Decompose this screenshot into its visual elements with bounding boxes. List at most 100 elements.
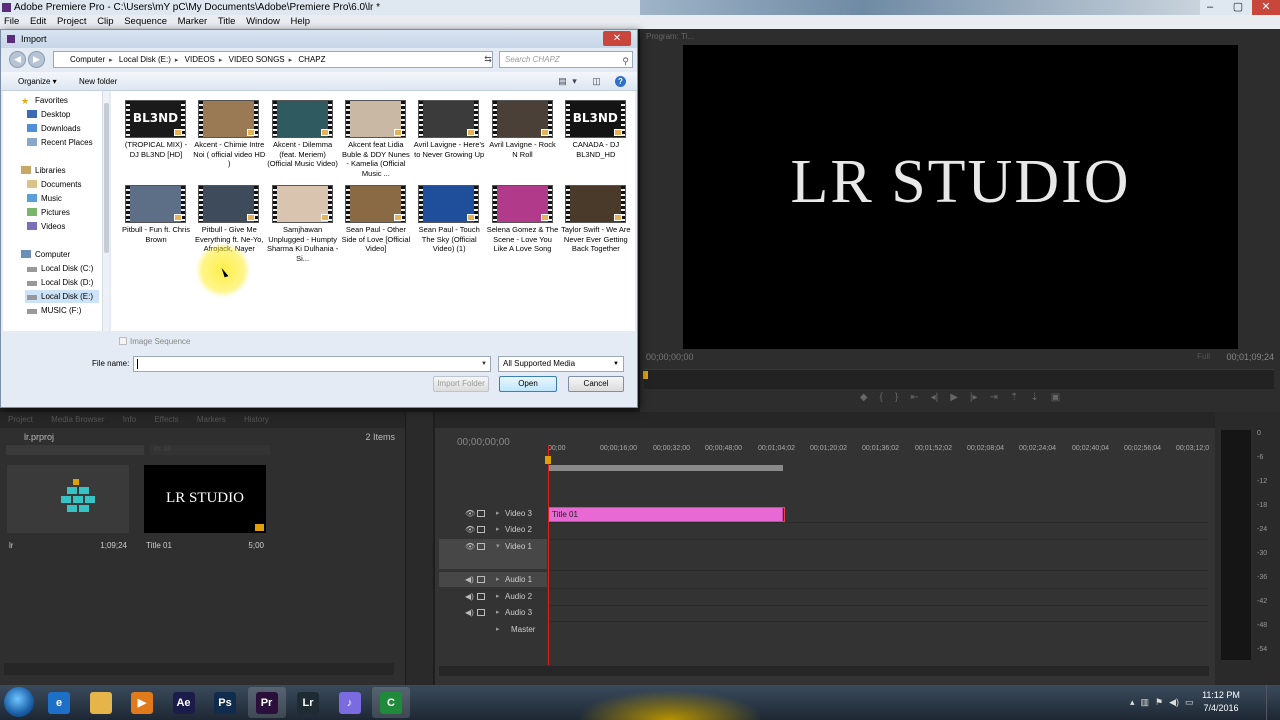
program-scrub-bar[interactable] (644, 369, 1274, 389)
nav-music[interactable]: Music (27, 192, 62, 205)
timeline-ruler[interactable]: 00;00 00;00;16;00 00;00;32;00 00;00;48;0… (548, 445, 1209, 459)
go-to-in-icon[interactable]: ⇤ (910, 392, 918, 408)
minimize-button[interactable]: – (1196, 0, 1224, 15)
preview-pane-icon[interactable]: ◫ (591, 76, 602, 87)
mark-in-icon[interactable]: { (880, 392, 883, 408)
timeline-tracks-area[interactable] (548, 506, 1208, 634)
menu-sequence[interactable]: Sequence (120, 15, 171, 29)
step-back-icon[interactable]: ◂| (931, 392, 939, 408)
lock-icon[interactable] (477, 526, 485, 533)
breadcrumb-videos[interactable]: VIDEOS (185, 55, 215, 64)
breadcrumb-video-songs[interactable]: VIDEO SONGS (229, 55, 285, 64)
tab-media-browser[interactable]: Media Browser (43, 412, 112, 428)
nav-computer[interactable]: Computer (21, 248, 70, 261)
nav-pictures[interactable]: Pictures (27, 206, 70, 219)
file-item[interactable]: Pitbull - Give Me Everything ft. Ne-Yo, … (193, 183, 265, 265)
nav-drive-c[interactable]: Local Disk (C:) (27, 262, 93, 275)
timeline-playhead-line[interactable] (548, 445, 549, 665)
menu-project[interactable]: Project (53, 15, 91, 29)
work-area-bar[interactable] (548, 465, 783, 471)
menu-edit[interactable]: Edit (26, 15, 50, 29)
nav-drive-f[interactable]: MUSIC (F:) (27, 304, 81, 317)
taskbar-lightroom[interactable]: Lr (289, 687, 327, 718)
expand-icon[interactable]: ▸ (496, 589, 500, 604)
start-button[interactable] (4, 687, 34, 717)
expand-icon[interactable]: ▸ (496, 506, 500, 521)
tray-expand-icon[interactable]: ▴ (1130, 697, 1135, 708)
timeline-timecode[interactable]: 00;00;00;00 (457, 437, 510, 448)
file-item[interactable]: Avril Lavigne - Here's to Never Growing … (413, 98, 485, 180)
export-frame-icon[interactable]: ▣ (1051, 392, 1060, 408)
battery-icon[interactable]: ▭ (1185, 697, 1194, 708)
tab-project[interactable]: Project (0, 412, 41, 428)
project-search-input[interactable] (6, 445, 144, 455)
import-dialog-titlebar[interactable]: Import ✕ (1, 30, 637, 48)
view-dropdown-icon[interactable]: ▾ (569, 76, 580, 87)
file-item[interactable]: Pitbull - Fun ft. Chris Brown (120, 183, 192, 265)
lock-icon[interactable] (477, 543, 485, 550)
bin-item-sequence[interactable]: lr 1;09;24 (7, 465, 129, 557)
track-audio-2[interactable]: ◀) ▸ Audio 2 (439, 589, 547, 604)
eye-icon[interactable]: 👁 (465, 522, 475, 537)
lift-icon[interactable]: ⇡ (1010, 392, 1018, 408)
program-fit-select[interactable]: Full (1197, 352, 1210, 361)
nav-desktop[interactable]: Desktop (27, 108, 70, 121)
close-app-button[interactable]: ✕ (1252, 0, 1280, 15)
project-in-filter[interactable]: In: All (150, 445, 270, 455)
expand-icon[interactable]: ▸ (496, 572, 500, 587)
search-input[interactable]: Search CHAPZ ⚲ (499, 51, 633, 68)
cancel-button[interactable]: Cancel (568, 376, 624, 392)
speaker-icon[interactable]: ◀) (465, 605, 474, 620)
program-monitor-screen[interactable]: LR STUDIO (683, 45, 1238, 349)
marker-icon[interactable]: ◆ (860, 392, 868, 408)
file-item[interactable]: Samjhawan Unplugged - Humpty Sharma Ki D… (267, 183, 339, 265)
eye-icon[interactable]: 👁 (465, 506, 475, 521)
go-to-out-icon[interactable]: ⇥ (990, 392, 998, 408)
expand-icon[interactable]: ▸ (496, 522, 500, 537)
tab-effects[interactable]: Effects (146, 412, 186, 428)
network-icon[interactable]: ▥ (1141, 697, 1150, 708)
navigation-scrollbar[interactable] (102, 91, 109, 331)
track-audio-1[interactable]: ◀) ▸ Audio 1 (439, 572, 547, 587)
breadcrumb-local-disk-e[interactable]: Local Disk (E:) (119, 55, 171, 64)
program-monitor-tab[interactable]: Program: Ti... (646, 32, 766, 44)
track-master[interactable]: ▸ Master (439, 622, 547, 637)
nav-downloads[interactable]: Downloads (27, 122, 81, 135)
speaker-icon[interactable]: ◀) (465, 572, 474, 587)
scrollbar-thumb[interactable] (104, 103, 109, 253)
step-forward-icon[interactable]: |▸ (970, 392, 978, 408)
file-name-input[interactable] (133, 356, 491, 372)
track-video-2[interactable]: 👁 ▸ Video 2 (439, 522, 547, 537)
image-sequence-checkbox[interactable]: Image Sequence (119, 337, 191, 346)
program-playhead[interactable] (643, 371, 648, 379)
file-item[interactable]: Sean Paul - Touch The Sky (Official Vide… (413, 183, 485, 265)
file-item[interactable]: Akcent - Dilemma (feat. Meriem) (Officia… (267, 98, 339, 180)
file-item[interactable]: Akcent - Chimie Intre Noi ( official vid… (193, 98, 265, 180)
tab-info[interactable]: Info (115, 412, 144, 428)
new-folder-button[interactable]: New folder (79, 72, 117, 91)
expand-icon[interactable]: ▸ (496, 622, 500, 637)
taskbar-file-explorer[interactable] (82, 687, 120, 718)
bin-item-title[interactable]: LR STUDIO Title 01 5;00 (144, 465, 266, 557)
taskbar-itunes[interactable]: ♪ (331, 687, 369, 718)
view-options-icon[interactable]: ▤ (557, 76, 568, 87)
tab-markers[interactable]: Markers (189, 412, 234, 428)
track-video-1[interactable]: 👁 ▾ Video 1 (439, 539, 547, 569)
refresh-icon[interactable]: ⇆ (481, 51, 495, 68)
taskbar-clock[interactable]: 11:12 PM 7/4/2016 (1196, 689, 1246, 715)
nav-drive-e[interactable]: Local Disk (E:) (25, 290, 100, 303)
checkbox-icon[interactable] (119, 337, 127, 345)
nav-libraries[interactable]: Libraries (21, 164, 66, 177)
mark-out-icon[interactable]: } (895, 392, 898, 408)
speaker-icon[interactable]: ◀) (465, 589, 474, 604)
breadcrumb-computer[interactable]: Computer (70, 55, 105, 64)
open-button[interactable]: Open (499, 376, 557, 392)
forward-icon[interactable]: ▶ (28, 51, 45, 68)
lock-icon[interactable] (477, 510, 485, 517)
eye-icon[interactable]: 👁 (465, 539, 475, 554)
lock-icon[interactable] (477, 593, 485, 600)
nav-drive-d[interactable]: Local Disk (D:) (27, 276, 93, 289)
maximize-button[interactable]: ▢ (1224, 0, 1252, 15)
import-folder-button[interactable]: Import Folder (433, 376, 489, 392)
file-item[interactable]: Avril Lavigne - Rock N Roll (487, 98, 559, 180)
